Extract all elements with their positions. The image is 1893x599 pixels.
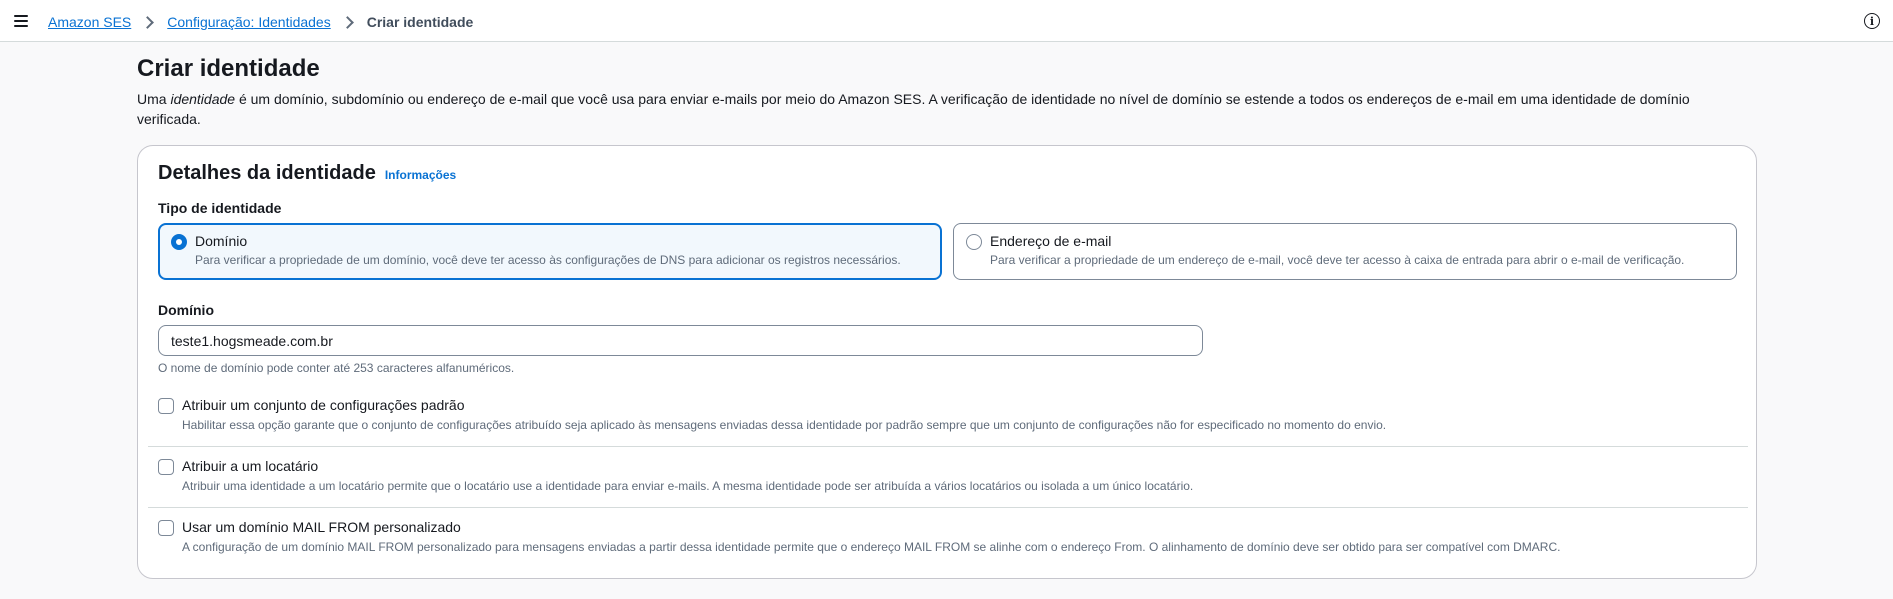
description-emphasis: identidade — [170, 91, 236, 107]
domain-label: Domínio — [158, 302, 214, 318]
top-navigation: Amazon SES Configuração: Identidades Cri… — [0, 0, 1893, 42]
page-description: Uma identidade é um domínio, subdomínio … — [137, 89, 1717, 129]
option-title: Atribuir um conjunto de configurações pa… — [182, 397, 465, 413]
checkbox-assign-tenant[interactable] — [158, 459, 174, 475]
option-desc: Habilitar essa opção garante que o conju… — [182, 418, 1387, 432]
option-title: Usar um domínio MAIL FROM personalizado — [182, 519, 461, 535]
breadcrumb-identities[interactable]: Configuração: Identidades — [167, 14, 330, 30]
domain-input[interactable] — [158, 325, 1203, 356]
description-prefix: Uma — [137, 91, 171, 107]
breadcrumb-amazon-ses[interactable]: Amazon SES — [48, 14, 131, 30]
tile-domain-desc: Para verificar a propriedade de um domín… — [195, 253, 901, 267]
chevron-right-icon — [343, 17, 353, 27]
checkbox-custom-mail-from[interactable] — [158, 520, 174, 536]
identity-type-label: Tipo de identidade — [158, 200, 282, 216]
tile-email-address[interactable]: Endereço de e-mail Para verificar a prop… — [953, 223, 1737, 280]
page-title: Criar identidade — [137, 55, 320, 82]
breadcrumb: Amazon SES Configuração: Identidades Cri… — [48, 12, 473, 32]
option-desc: Atribuir uma identidade a um locatário p… — [182, 479, 1194, 493]
chevron-right-icon — [143, 17, 153, 27]
container-header: Detalhes da identidade Informações — [158, 162, 456, 185]
description-suffix: é um domínio, subdomínio ou endereço de … — [137, 91, 1690, 127]
divider — [148, 446, 1748, 447]
domain-constraint: O nome de domínio pode conter até 253 ca… — [158, 361, 515, 375]
info-icon[interactable]: i — [1864, 13, 1880, 29]
menu-icon[interactable] — [12, 12, 30, 30]
identity-details-container: Detalhes da identidade Informações Tipo … — [137, 145, 1757, 579]
option-title: Atribuir a um locatário — [182, 458, 319, 474]
tile-email-title: Endereço de e-mail — [990, 233, 1112, 249]
checkbox-default-configuration-set[interactable] — [158, 398, 174, 414]
radio-domain[interactable] — [171, 234, 187, 250]
tile-email-desc: Para verificar a propriedade de um ender… — [990, 253, 1685, 267]
info-link[interactable]: Informações — [385, 168, 456, 182]
container-title: Detalhes da identidade — [158, 162, 376, 184]
divider — [148, 507, 1748, 508]
radio-email-address[interactable] — [966, 234, 982, 250]
tile-domain-title: Domínio — [195, 233, 248, 249]
option-desc: A configuração de um domínio MAIL FROM p… — [182, 540, 1561, 554]
breadcrumb-current: Criar identidade — [366, 14, 474, 30]
tile-domain[interactable]: Domínio Para verificar a propriedade de … — [158, 223, 942, 280]
